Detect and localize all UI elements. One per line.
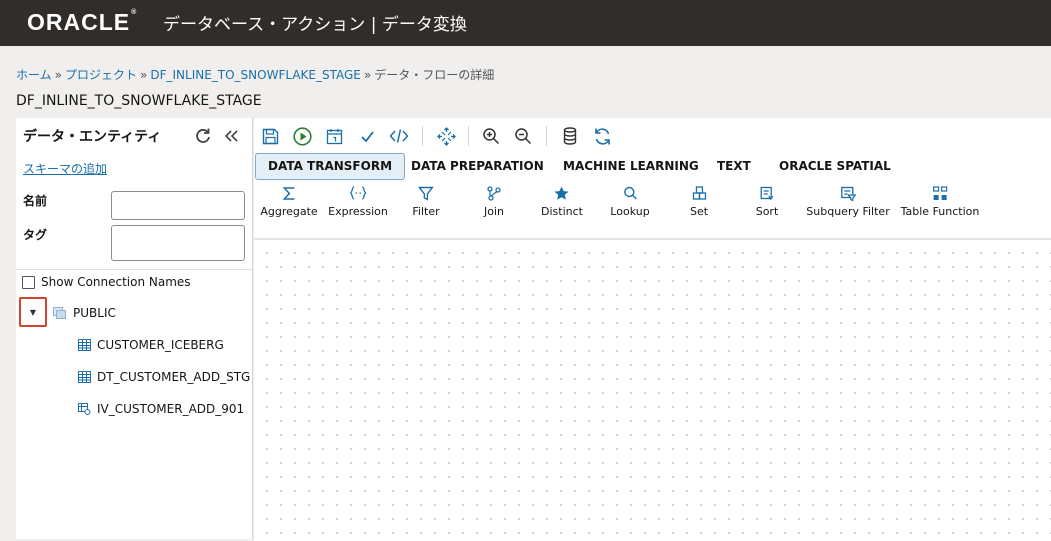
fit-to-screen-icon[interactable] xyxy=(436,126,456,146)
subquery-filter-icon xyxy=(806,184,889,202)
transform-category-tabs: DATA TRANSFORM DATA PREPARATION MACHINE … xyxy=(254,152,1051,182)
toolbar-separator xyxy=(468,126,469,146)
top-bar: ORACLE® データベース・アクション | データ変換 xyxy=(0,0,1051,46)
view-icon xyxy=(78,403,91,415)
tree-item-customer-iceberg[interactable]: CUSTOMER_ICEBERG xyxy=(78,338,224,352)
distinct-tool[interactable]: Distinct xyxy=(541,184,583,218)
tag-input[interactable] xyxy=(111,225,245,261)
tab-oracle-spatial[interactable]: ORACLE SPATIAL xyxy=(767,153,903,180)
join-tool[interactable]: Join xyxy=(484,184,504,218)
schema-icon xyxy=(53,306,67,320)
toolbar-separator xyxy=(546,126,547,146)
sigma-icon xyxy=(260,184,317,202)
divider xyxy=(16,269,252,270)
editor-toolbar xyxy=(254,118,1051,152)
zoom-in-icon[interactable] xyxy=(481,126,501,146)
tree-expand-toggle[interactable]: ▼ xyxy=(19,297,47,327)
data-entities-panel: データ・エンティティ スキーマの追加 名前 タグ Show Connection… xyxy=(16,118,253,539)
toolbar-separator xyxy=(422,126,423,146)
set-tool[interactable]: Set xyxy=(690,184,708,218)
oracle-logo[interactable]: ORACLE® xyxy=(27,9,137,36)
table-icon xyxy=(78,339,91,351)
set-icon xyxy=(690,184,708,202)
breadcrumb-current: データ・フローの詳細 xyxy=(374,68,495,82)
braces-icon xyxy=(328,184,388,202)
filter-tool[interactable]: Filter xyxy=(412,184,440,218)
run-icon[interactable] xyxy=(292,126,312,146)
refresh-icon[interactable] xyxy=(194,127,212,149)
subquery-filter-tool[interactable]: Subquery Filter xyxy=(806,184,890,218)
breadcrumb: ホーム» プロジェクト» DF_INLINE_TO_SNOWFLAKE_STAGE»… xyxy=(16,68,495,82)
sync-icon[interactable] xyxy=(592,126,612,146)
breadcrumb-flow[interactable]: DF_INLINE_TO_SNOWFLAKE_STAGE xyxy=(150,68,361,82)
sort-icon xyxy=(756,184,779,202)
tree-schema-public[interactable]: PUBLIC xyxy=(53,306,116,320)
star-icon xyxy=(541,184,583,202)
tab-machine-learning[interactable]: MACHINE LEARNING xyxy=(551,153,711,180)
table-function-icon xyxy=(901,184,980,202)
tree-label: CUSTOMER_ICEBERG xyxy=(97,338,224,352)
funnel-icon xyxy=(412,184,439,202)
save-icon[interactable] xyxy=(260,126,280,146)
tab-data-transform[interactable]: DATA TRANSFORM xyxy=(255,153,406,180)
database-icon[interactable] xyxy=(560,126,580,146)
tab-data-preparation[interactable]: DATA PREPARATION xyxy=(399,153,556,180)
table-icon xyxy=(78,371,91,383)
lookup-tool[interactable]: Lookup xyxy=(610,184,650,218)
expression-tool[interactable]: Expression xyxy=(328,184,388,218)
panel-title: データ・エンティティ xyxy=(23,129,162,145)
tree-item-dt-customer-add-stg[interactable]: DT_CUSTOMER_ADD_STG xyxy=(78,370,250,384)
name-label: 名前 xyxy=(23,194,48,208)
schedule-icon[interactable] xyxy=(324,126,344,146)
breadcrumb-projects[interactable]: プロジェクト xyxy=(65,68,137,82)
zoom-out-icon[interactable] xyxy=(513,126,533,146)
tab-text[interactable]: TEXT xyxy=(705,153,763,180)
tree-label: PUBLIC xyxy=(73,306,116,320)
code-view-icon[interactable] xyxy=(389,126,409,146)
collapse-panel-icon[interactable] xyxy=(223,127,239,149)
tree-label: IV_CUSTOMER_ADD_901 xyxy=(97,402,245,416)
add-schema-link[interactable]: スキーマの追加 xyxy=(23,160,107,177)
join-icon xyxy=(484,184,504,202)
flow-canvas[interactable] xyxy=(254,238,1051,541)
flow-editor: DATA TRANSFORM DATA PREPARATION MACHINE … xyxy=(254,118,1051,541)
tag-label: タグ xyxy=(23,228,48,242)
breadcrumb-home[interactable]: ホーム xyxy=(16,68,52,82)
tree-label: DT_CUSTOMER_ADD_STG xyxy=(97,370,251,384)
show-connection-names-checkbox[interactable] xyxy=(22,276,35,289)
tree-item-iv-customer-add-901[interactable]: IV_CUSTOMER_ADD_901 xyxy=(78,402,244,416)
name-input[interactable] xyxy=(111,191,245,220)
app-title: データベース・アクション | データ変換 xyxy=(163,15,467,35)
aggregate-tool[interactable]: Aggregate xyxy=(260,184,318,218)
transform-tools: Aggregate Expression Filter Join Distinc… xyxy=(254,184,1051,226)
magnifier-icon xyxy=(610,184,649,202)
sort-tool[interactable]: Sort xyxy=(756,184,779,218)
show-connection-names-label: Show Connection Names xyxy=(41,275,191,289)
page-title: DF_INLINE_TO_SNOWFLAKE_STAGE xyxy=(16,93,262,109)
table-function-tool[interactable]: Table Function xyxy=(901,184,980,218)
validate-icon[interactable] xyxy=(357,126,377,146)
